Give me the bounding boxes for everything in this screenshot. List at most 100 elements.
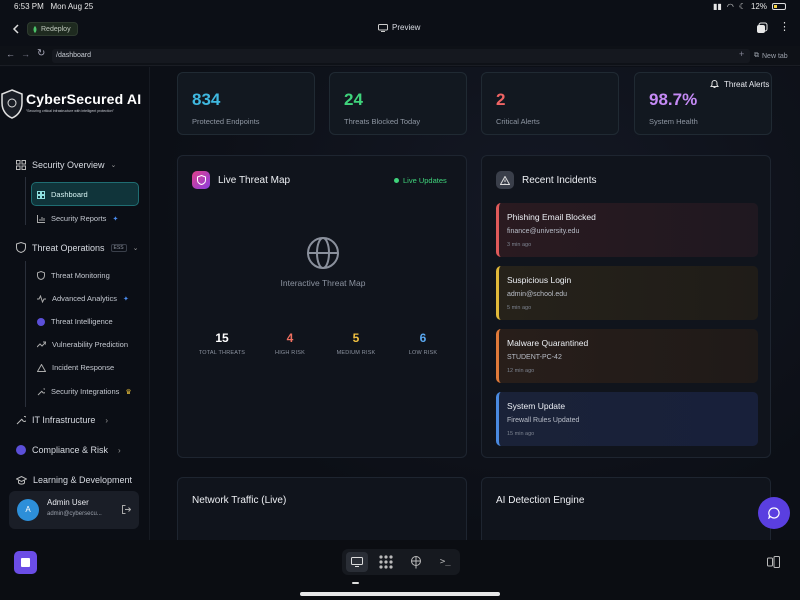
nav-threat-operations[interactable]: Threat Operations ESS ⌄ [16,242,138,253]
view-switcher: >_ [342,549,460,575]
status-indicators: ▮▮ ◠ ☾ 12% [713,2,786,11]
stat-value: 2 [496,90,506,109]
battery-percent: 12% [750,2,767,11]
console-view-button[interactable]: >_ [434,552,456,572]
live-updates-indicator: Live Updates [394,176,447,185]
network-icon [410,555,421,568]
chevron-down-icon: ⌄ [132,244,139,252]
stat-value: 98.7% [649,90,698,109]
main-content: 834 Protected Endpoints 24 Threats Block… [150,67,800,540]
moon-icon: ☾ [738,2,746,11]
bottom-toolbar: >_ [0,540,800,600]
tabs-icon[interactable] [756,22,768,34]
nav-it-infrastructure[interactable]: IT Infrastructure › [16,415,108,425]
stop-button[interactable] [14,551,37,574]
reload-icon[interactable]: ↻ [37,48,45,59]
low-risk-stat: 6 LOW RISK [408,331,438,356]
nav-threat-intelligence[interactable]: Threat Intelligence [37,317,113,326]
shield-logo-icon [1,89,23,119]
chat-bubble-icon [768,507,780,519]
incident-item[interactable]: System Update Firewall Rules Updated 15 … [496,392,758,446]
brand-logo: CyberSecured AI “Securing critical infra… [0,87,149,123]
bell-icon [710,80,719,88]
signal-icon: ▮▮ [713,2,722,11]
incident-item[interactable]: Phishing Email Blocked finance@universit… [496,203,758,257]
nav-security-reports[interactable]: Security Reports ✦ [37,214,118,223]
incident-item[interactable]: Malware Quarantined STUDENT-PC-42 12 min… [496,329,758,383]
chevron-down-icon: ⌄ [110,162,117,169]
nav-compliance-risk[interactable]: Compliance & Risk › [16,445,121,455]
redeploy-label: Redeploy [41,25,71,33]
panel-title: Network Traffic (Live) [192,495,287,506]
back-chevron-icon[interactable] [12,24,20,34]
stat-label: Protected Endpoints [192,117,260,126]
preview-title: Preview [378,23,420,32]
nav-vulnerability-prediction[interactable]: Vulnerability Prediction [37,340,128,349]
recent-incidents-panel: Recent Incidents Phishing Email Blocked … [481,155,771,458]
total-threats-stat: 15 TOTAL THREATS [198,331,246,356]
live-dot-icon [394,178,399,183]
brand-tagline: “Securing critical infrastructure with i… [26,109,114,113]
stat-value: 24 [344,90,363,109]
tree-line [25,177,26,225]
nav-advanced-analytics[interactable]: Advanced Analytics ✦ [37,294,129,303]
monitor-icon [378,23,388,32]
apps-view-button[interactable] [375,552,397,572]
shield-icon [16,242,26,253]
nav-security-integrations[interactable]: Security Integrations ♛ [37,387,132,396]
redeploy-button[interactable]: Redeploy [27,22,78,36]
status-time: 6:53 PM Mon Aug 25 [14,2,94,11]
warning-icon [496,171,514,189]
intelligence-icon [37,317,45,326]
user-name: Admin User [47,498,89,507]
activity-icon [37,294,46,303]
tree-line [25,261,26,407]
battery-icon [772,3,786,10]
crown-icon: ♛ [125,388,132,396]
bar-chart-icon [37,214,45,223]
monitor-icon [350,557,363,567]
stat-card-endpoints: 834 Protected Endpoints [177,72,315,135]
stat-value: 834 [192,90,221,109]
dock-indicator [352,582,359,584]
chevron-right-icon: › [118,445,121,455]
stat-label: Threats Blocked Today [344,117,421,126]
incident-item[interactable]: Suspicious Login admin@school.edu 5 min … [496,266,758,320]
leaf-icon [33,25,37,33]
map-placeholder-label: Interactive Threat Map [280,278,366,288]
deploy-view-button[interactable] [405,552,427,572]
grid-icon [16,160,26,170]
sidebar-toggle-icon[interactable] [767,556,780,568]
panel-title: Live Threat Map [218,175,291,186]
chat-button[interactable] [758,497,790,529]
sidebar: CyberSecured AI “Securing critical infra… [0,67,150,540]
url-input[interactable]: /dashboard [52,49,750,63]
threat-alerts-button[interactable]: Threat Alerts [710,79,769,89]
more-options-icon[interactable]: ⋮ [779,21,790,33]
terminal-icon: >_ [439,557,451,567]
user-card[interactable]: A Admin User admin@cybersecu... [9,491,139,529]
dashboard-icon [37,190,45,199]
user-email: admin@cybersecu... [47,511,102,517]
globe-icon [307,237,339,269]
nav-dashboard[interactable]: Dashboard [37,190,88,199]
sparkle-icon: ✦ [112,215,119,223]
app-header: Redeploy Preview ⋮ [0,14,800,46]
nav-threat-monitoring[interactable]: Threat Monitoring [37,271,110,280]
logout-icon[interactable] [122,505,131,514]
nav-incident-response[interactable]: Incident Response [37,363,114,372]
stop-icon [21,558,30,567]
browser-url-bar: ← → ↻ /dashboard + ⧉ New tab [0,46,800,66]
external-link-icon: ⧉ [754,52,759,59]
nav-security-overview[interactable]: Security Overview ⌄ [16,160,116,170]
forward-arrow-icon[interactable]: → [21,49,30,59]
preview-view-button[interactable] [345,552,368,572]
back-arrow-icon[interactable]: ← [6,49,15,59]
chevron-right-icon: › [105,415,109,425]
add-tab-icon[interactable]: + [739,49,744,59]
new-tab-button[interactable]: ⧉ New tab [754,49,788,63]
nav-learning-development[interactable]: Learning & Development [16,475,132,485]
stat-card-critical-alerts: 2 Critical Alerts [481,72,619,135]
sparkle-icon: ✦ [123,295,129,303]
ess-badge: ESS [110,243,127,252]
